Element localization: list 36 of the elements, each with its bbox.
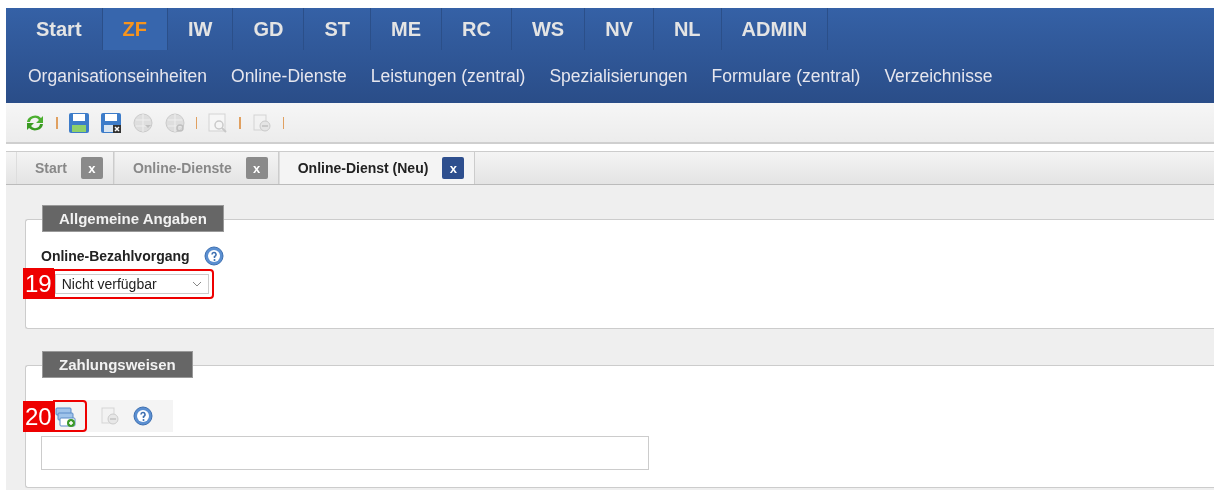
section-title: Allgemeine Angaben (42, 205, 224, 232)
main-menu-item[interactable]: NL (653, 8, 722, 50)
dropdown-field[interactable]: Nicht verfügbar (54, 273, 209, 294)
tab-label[interactable]: Start (35, 160, 67, 176)
tab[interactable]: Online-Dienst (Neu) x (278, 152, 476, 184)
main-menu-item[interactable]: ST (304, 8, 371, 50)
add-cards-icon[interactable] (54, 406, 77, 428)
callout-number: 19 (23, 268, 54, 299)
tab[interactable]: Online-Dienste x (113, 152, 279, 184)
help-icon[interactable] (203, 246, 224, 266)
main-menu-item[interactable]: Start (16, 8, 103, 50)
help-icon[interactable] (132, 406, 153, 426)
callout-number: 20 (23, 400, 54, 432)
tab-label[interactable]: Online-Dienste (132, 160, 232, 176)
tab[interactable]: Start x (16, 152, 114, 184)
main-menu-item[interactable]: ADMIN (721, 8, 829, 50)
submenu-link[interactable]: Online-Dienste (231, 66, 347, 87)
main-menu-item[interactable]: IW (168, 8, 234, 50)
submenu-link[interactable]: Spezialisierungen (549, 66, 688, 87)
tab-close-button[interactable]: x (245, 157, 268, 179)
tab-close-button[interactable]: x (80, 157, 103, 179)
main-menu-item[interactable]: ME (371, 8, 442, 50)
field-label: Online-Bezahlvorgang (41, 248, 190, 264)
section-title: Zahlungsweisen (42, 351, 193, 378)
tab-close-button[interactable]: x (442, 157, 465, 179)
main-menu-item[interactable]: WS (511, 8, 586, 50)
floppy-disk-close-icon[interactable] (99, 111, 122, 134)
chevron-down-icon (191, 280, 202, 287)
submenu-link[interactable]: Formulare (zentral) (711, 66, 861, 87)
main-menu-item[interactable]: NV (585, 8, 654, 50)
tab-label[interactable]: Online-Dienst (Neu) (297, 160, 429, 176)
submenu-link[interactable]: Verzeichnisse (884, 66, 993, 87)
main-menu-item[interactable]: GD (233, 8, 305, 50)
submenu-link[interactable]: Leistungen (zentral) (370, 66, 526, 87)
main-menu-item[interactable]: RC (442, 8, 512, 50)
submenu-link[interactable]: Organisationseinheiten (28, 66, 207, 87)
